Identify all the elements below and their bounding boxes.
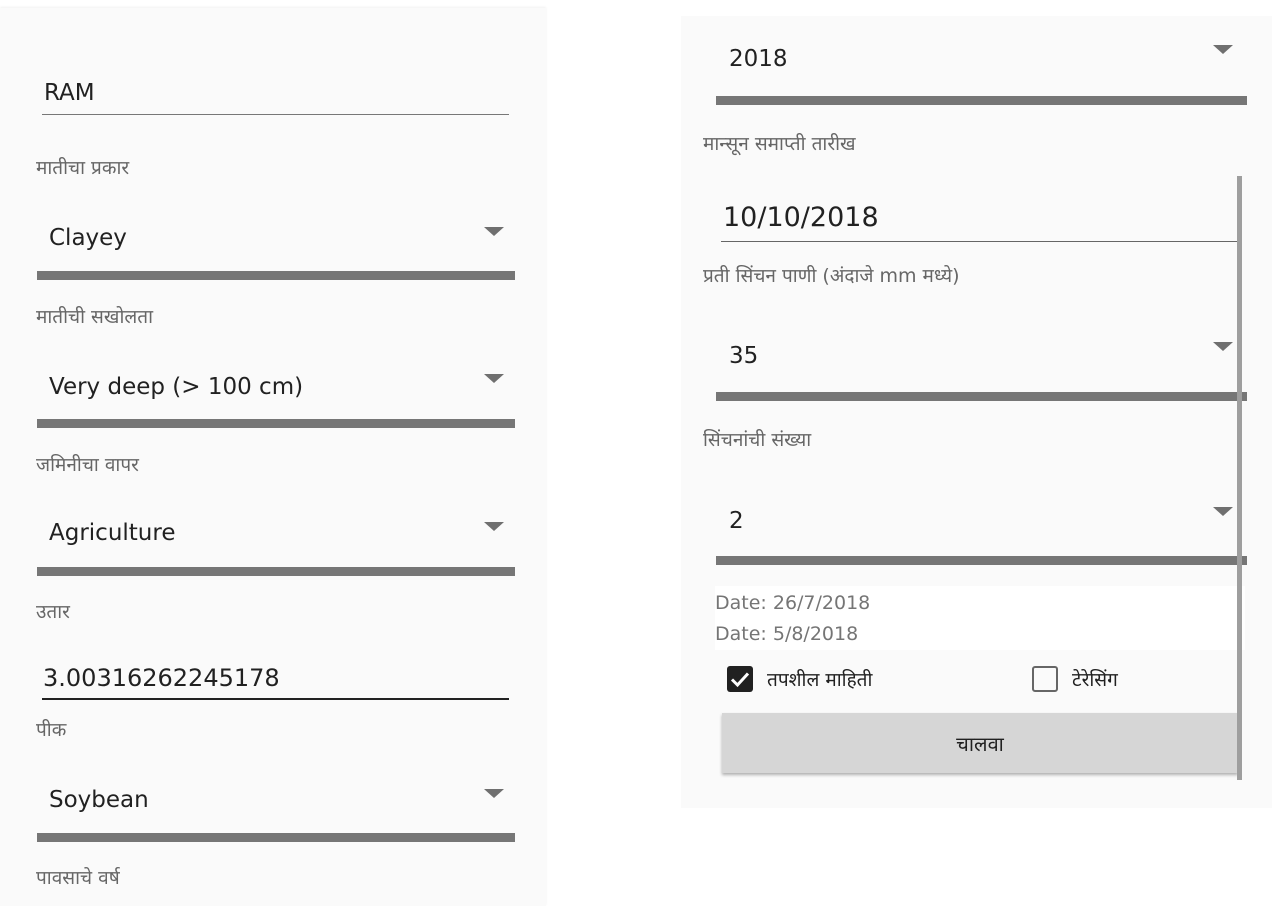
slope-input-underline [42,698,509,700]
form-panel-left: RAM मातीचा प्रकार Clayey मातीची सखोलता V… [0,8,546,906]
rain-year-label: पावसाचे वर्ष [36,867,120,889]
scrollbar[interactable] [1237,176,1242,780]
land-use-dropdown-icon[interactable] [484,522,504,531]
irrigation-count-dropdown-icon[interactable] [1213,507,1233,516]
irrigation-date-2: Date: 5/8/2018 [715,623,859,645]
soil-depth-dropdown-icon[interactable] [484,374,504,383]
crop-spinner[interactable]: Soybean [49,787,149,813]
water-per-irrigation-label: प्रती सिंचन पाणी (अंदाजे mm मध्ये) [703,265,960,287]
monsoon-end-label: मान्सून समाप्ती तारीख [703,133,856,155]
soil-type-spinner[interactable]: Clayey [49,225,127,251]
crop-dropdown-icon[interactable] [484,789,504,798]
irrigation-date-1: Date: 26/7/2018 [715,592,871,614]
rain-year-dropdown-icon[interactable] [1213,45,1233,54]
terracing-checkbox[interactable] [1032,666,1058,692]
monsoon-end-date-input[interactable]: 10/10/2018 [723,202,879,233]
check-icon [730,672,750,688]
irrigation-dates-list: Date: 26/7/2018 Date: 5/8/2018 [715,586,1245,650]
detailed-info-checkbox[interactable] [727,666,753,692]
slope-input[interactable]: 3.00316262245178 [43,664,280,692]
land-use-label: जमिनीचा वापर [36,454,139,476]
slope-label: उतार [36,601,70,623]
run-button[interactable]: चालवा [722,713,1238,773]
monsoon-end-input-underline [721,241,1239,242]
water-per-irrigation-spinner[interactable]: 35 [729,343,758,369]
irrigation-count-label: सिंचनांची संख्या [703,429,812,451]
irrigation-count-spinner-underline [716,556,1247,565]
rain-year-spinner[interactable]: 2018 [729,46,788,72]
soil-type-spinner-underline [37,271,515,280]
water-per-irrigation-spinner-underline [716,392,1247,401]
soil-depth-label: मातीची सखोलता [36,306,153,328]
land-use-spinner-underline [37,567,515,576]
crop-label: पीक [36,719,67,741]
name-input-underline [42,114,509,115]
rain-year-spinner-underline [716,96,1247,105]
form-panel-right: 2018 मान्सून समाप्ती तारीख 10/10/2018 प्… [681,16,1272,808]
soil-type-dropdown-icon[interactable] [484,227,504,236]
water-per-irrigation-dropdown-icon[interactable] [1213,342,1233,351]
irrigation-count-spinner[interactable]: 2 [729,508,744,534]
soil-type-label: मातीचा प्रकार [36,157,130,179]
soil-depth-spinner-underline [37,419,515,428]
detailed-info-label[interactable]: तपशील माहिती [767,666,872,692]
soil-depth-spinner[interactable]: Very deep (> 100 cm) [49,374,303,400]
land-use-spinner[interactable]: Agriculture [49,520,176,546]
terracing-label[interactable]: टेरेसिंग [1072,666,1118,692]
crop-spinner-underline [37,833,515,842]
name-input[interactable]: RAM [44,80,95,106]
